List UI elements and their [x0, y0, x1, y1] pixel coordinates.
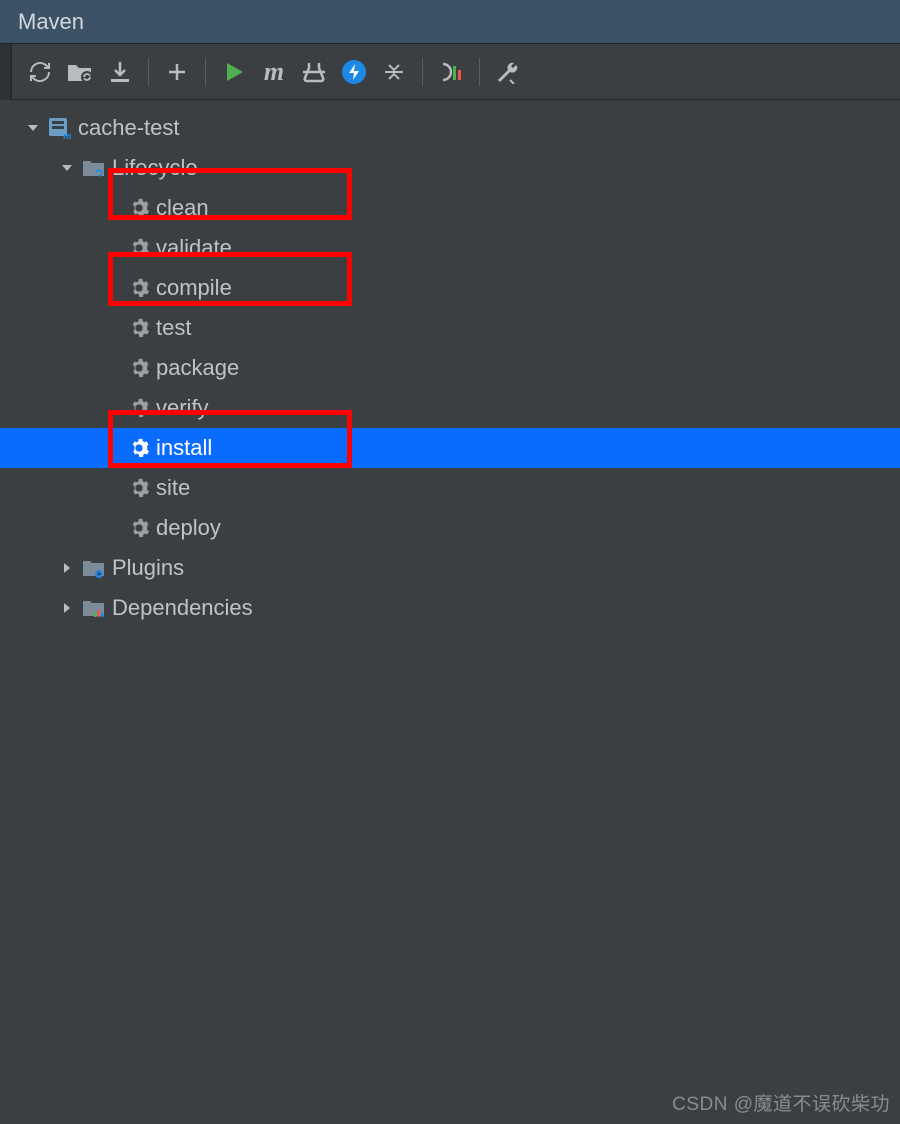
goal-label: package: [156, 357, 239, 379]
chevron-down-icon: [24, 119, 42, 137]
goal-label: install: [156, 437, 212, 459]
maven-module-icon: m: [48, 117, 72, 139]
goal-compile[interactable]: compile: [0, 268, 900, 308]
tree-project-node[interactable]: m cache-test: [0, 108, 900, 148]
gear-icon: [128, 197, 150, 219]
tree-dependencies-node[interactable]: Dependencies: [0, 588, 900, 628]
collapse-all-button[interactable]: [376, 54, 412, 90]
folder-sync-icon: [67, 61, 93, 83]
skip-tests-icon: [301, 60, 327, 84]
tree-lifecycle-node[interactable]: Lifecycle: [0, 148, 900, 188]
watermark: CSDN @魔道不误砍柴功: [672, 1089, 890, 1116]
folder-plugins-icon: [82, 558, 106, 578]
generate-sources-button[interactable]: [62, 54, 98, 90]
add-button[interactable]: [159, 54, 195, 90]
gear-icon: [128, 517, 150, 539]
download-sources-button[interactable]: [102, 54, 138, 90]
refresh-button[interactable]: [22, 54, 58, 90]
play-icon: [224, 61, 244, 83]
plus-icon: [167, 62, 187, 82]
gear-icon: [128, 357, 150, 379]
goal-label: validate: [156, 237, 232, 259]
gear-icon: [128, 317, 150, 339]
gear-icon: [128, 277, 150, 299]
toolbar-separator: [479, 58, 480, 86]
svg-text:m: m: [63, 130, 72, 139]
goal-validate[interactable]: validate: [0, 228, 900, 268]
goal-package[interactable]: package: [0, 348, 900, 388]
offline-button[interactable]: [336, 54, 372, 90]
gear-icon: [128, 237, 150, 259]
lightning-icon: [341, 59, 367, 85]
dependencies-label: Dependencies: [112, 597, 253, 619]
goal-test[interactable]: test: [0, 308, 900, 348]
folder-lifecycle-icon: [82, 158, 106, 178]
project-tree: m cache-test Lifecycle clean validate co…: [0, 100, 900, 1124]
gear-icon: [128, 437, 150, 459]
toolbar-separator: [422, 58, 423, 86]
goal-site[interactable]: site: [0, 468, 900, 508]
tree-plugins-node[interactable]: Plugins: [0, 548, 900, 588]
run-button[interactable]: [216, 54, 252, 90]
plugins-label: Plugins: [112, 557, 184, 579]
profiles-icon: [439, 60, 463, 84]
panel-title: Maven: [18, 9, 84, 35]
folder-dependencies-icon: [82, 598, 106, 618]
gear-icon: [128, 397, 150, 419]
goal-label: deploy: [156, 517, 221, 539]
maven-goal-button[interactable]: m: [256, 54, 292, 90]
refresh-icon: [28, 60, 52, 84]
toolbar: m: [0, 44, 900, 100]
goal-install[interactable]: install: [0, 428, 900, 468]
goal-clean[interactable]: clean: [0, 188, 900, 228]
project-label: cache-test: [78, 117, 180, 139]
m-icon: m: [264, 57, 284, 87]
panel-title-bar: Maven: [0, 0, 900, 44]
goal-label: clean: [156, 197, 209, 219]
settings-button[interactable]: [490, 54, 526, 90]
goal-label: site: [156, 477, 190, 499]
wrench-icon: [496, 60, 520, 84]
profiles-button[interactable]: [433, 54, 469, 90]
goal-label: verify: [156, 397, 209, 419]
collapse-icon: [383, 61, 405, 83]
chevron-right-icon: [58, 559, 76, 577]
gear-icon: [128, 477, 150, 499]
goal-label: compile: [156, 277, 232, 299]
toolbar-separator: [148, 58, 149, 86]
download-icon: [109, 60, 131, 84]
goal-verify[interactable]: verify: [0, 388, 900, 428]
chevron-right-icon: [58, 599, 76, 617]
goal-deploy[interactable]: deploy: [0, 508, 900, 548]
lifecycle-label: Lifecycle: [112, 157, 198, 179]
toolbar-separator: [205, 58, 206, 86]
goal-label: test: [156, 317, 191, 339]
skip-tests-button[interactable]: [296, 54, 332, 90]
chevron-down-icon: [58, 159, 76, 177]
